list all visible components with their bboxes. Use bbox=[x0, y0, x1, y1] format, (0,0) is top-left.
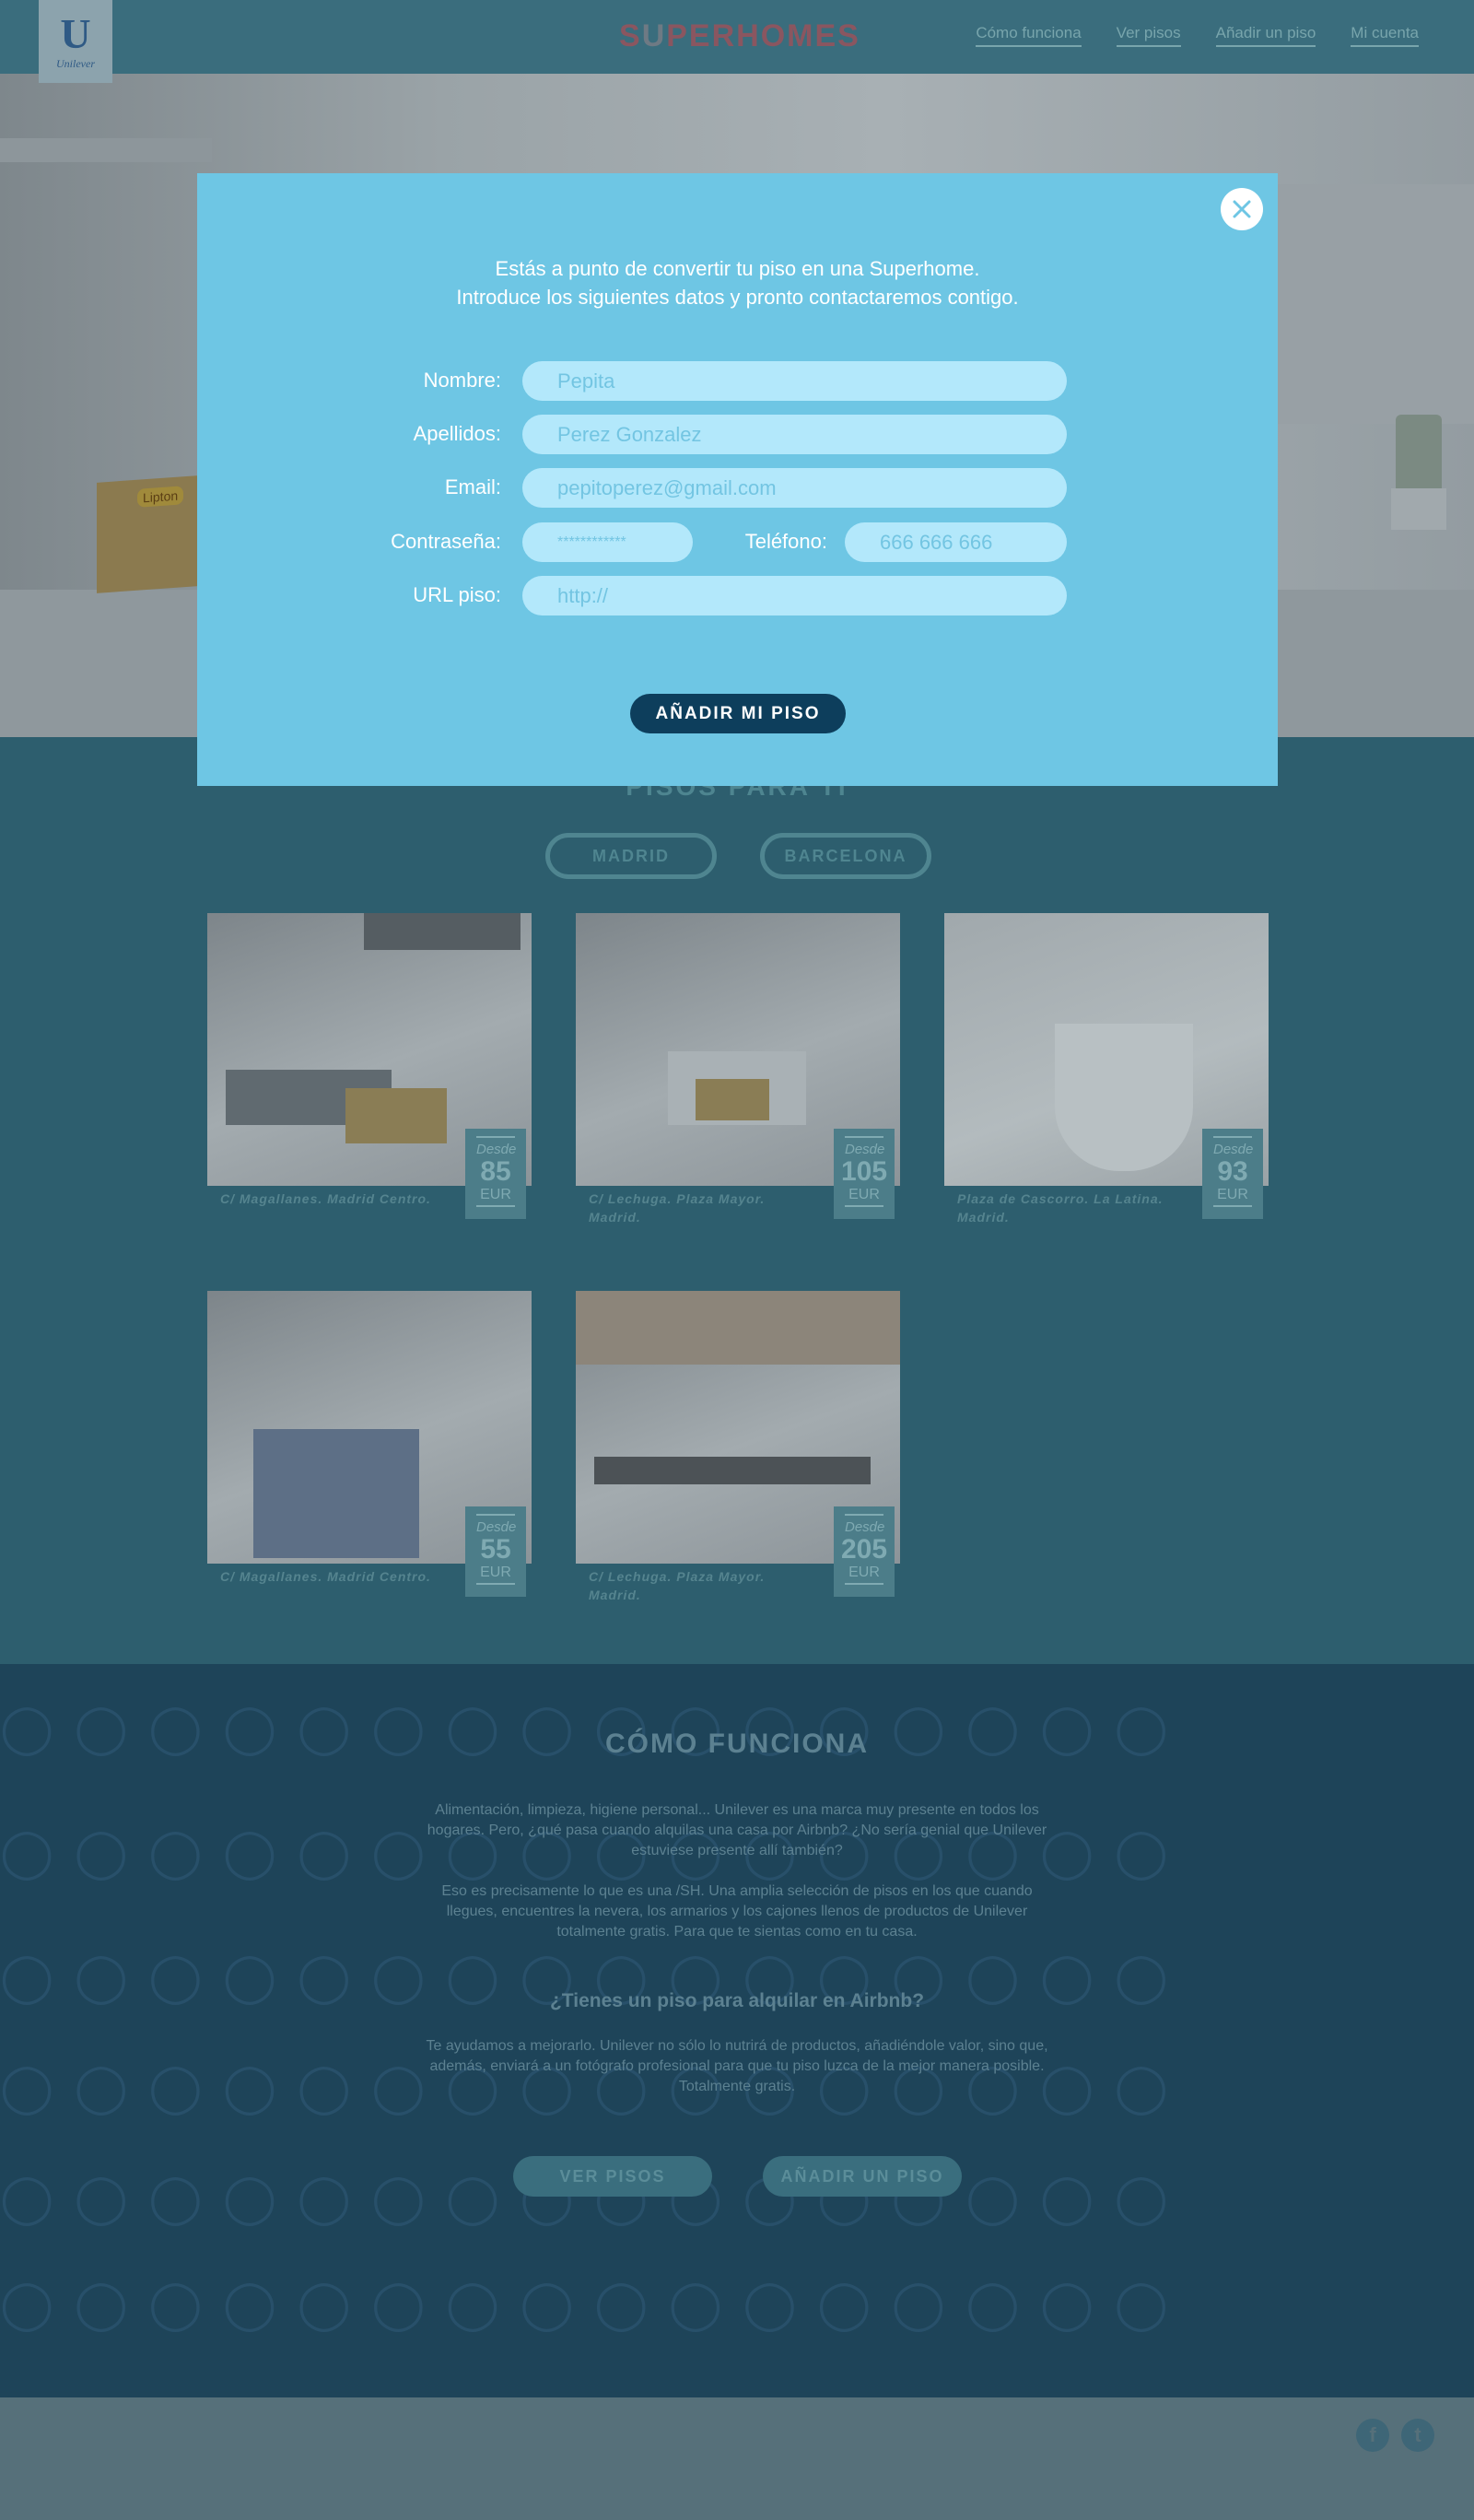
piso-card[interactable]: C/ Lechuga. Plaza Mayor. Madrid. Desde 1… bbox=[576, 913, 900, 1232]
telefono-label: Teléfono: bbox=[744, 530, 827, 553]
hero-pot bbox=[1391, 488, 1446, 530]
apellidos-field[interactable] bbox=[522, 415, 1067, 454]
como-subtitle: ¿Tienes un piso para alquilar en Airbnb? bbox=[549, 1990, 925, 2011]
piso-card[interactable]: C/ Magallanes. Madrid Centro. Desde 85 E… bbox=[207, 913, 532, 1232]
nav-mi-cuenta[interactable]: Mi cuenta bbox=[1351, 24, 1419, 47]
url-label: URL piso: bbox=[413, 583, 501, 606]
piso-price-badge: Desde 205 EUR bbox=[834, 1506, 895, 1597]
apellidos-label: Apellidos: bbox=[413, 422, 501, 445]
piso-address: C/ Lechuga. Plaza Mayor. Madrid. bbox=[589, 1569, 766, 1602]
como-funciona-section: ◯ ◯ ◯ ◯ ◯ ◯ ◯ ◯ ◯ ◯ ◯ ◯ ◯ ◯ ◯ ◯ ◯ ◯ ◯ ◯ … bbox=[0, 1664, 1474, 2397]
piso-card[interactable]: C/ Lechuga. Plaza Mayor. Madrid. Desde 2… bbox=[576, 1291, 900, 1610]
url-field[interactable] bbox=[522, 576, 1067, 615]
nombre-field[interactable] bbox=[522, 361, 1067, 401]
brand-logo[interactable]: SUPERHOMES bbox=[619, 18, 860, 54]
brand-watermark: ◯ ◯ ◯ ◯ ◯ ◯ ◯ ◯ ◯ ◯ ◯ ◯ ◯ ◯ ◯ ◯ bbox=[0, 2278, 1172, 2331]
email-label: Email: bbox=[444, 475, 501, 498]
hero-tea-box: Lipton bbox=[97, 475, 198, 593]
como-paragraph-2: Eso es precisamente lo que es una /SH. U… bbox=[441, 1883, 1033, 1940]
site-header: SUPERHOMES Cómo funciona Ver pisos Añadi… bbox=[0, 0, 1474, 74]
telefono-field[interactable] bbox=[845, 522, 1067, 562]
hero-cabinet bbox=[1244, 184, 1474, 424]
como-paragraph-3: Te ayudamos a mejorarlo. Unilever no sól… bbox=[426, 2038, 1048, 2094]
facebook-icon[interactable]: f bbox=[1356, 2419, 1389, 2452]
unilever-logo[interactable]: U Unilever bbox=[39, 0, 112, 83]
piso-price-badge: Desde 93 EUR bbox=[1202, 1129, 1263, 1219]
main-nav: Cómo funciona Ver pisos Añadir un piso M… bbox=[976, 24, 1419, 47]
email-field[interactable] bbox=[522, 468, 1067, 508]
hero-shelf bbox=[0, 138, 212, 162]
add-piso-modal: Estás a punto de convertir tu piso en un… bbox=[197, 173, 1278, 786]
twitter-icon[interactable]: t bbox=[1401, 2419, 1434, 2452]
nav-ver-pisos[interactable]: Ver pisos bbox=[1116, 24, 1181, 47]
hero-plant bbox=[1396, 415, 1442, 488]
password-field[interactable] bbox=[522, 522, 693, 562]
nombre-label: Nombre: bbox=[423, 369, 501, 392]
como-funciona-title: CÓMO FUNCIONA bbox=[605, 1729, 869, 1759]
piso-price-badge: Desde 85 EUR bbox=[465, 1129, 526, 1219]
piso-address: C/ Magallanes. Madrid Centro. bbox=[220, 1191, 431, 1206]
anadir-mi-piso-button[interactable]: AÑADIR MI PISO bbox=[630, 694, 846, 733]
close-icon[interactable] bbox=[1221, 188, 1263, 230]
piso-card[interactable]: Plaza de Cascorro. La Latina. Madrid. De… bbox=[944, 913, 1269, 1232]
city-barcelona-button[interactable]: BARCELONA bbox=[760, 833, 931, 879]
brand-watermark: ◯ ◯ ◯ ◯ ◯ ◯ ◯ ◯ ◯ ◯ ◯ ◯ ◯ ◯ ◯ ◯ bbox=[0, 2172, 1172, 2225]
anadir-un-piso-button[interactable]: AÑADIR UN PISO bbox=[763, 2156, 962, 2197]
piso-price-badge: Desde 105 EUR bbox=[834, 1129, 895, 1219]
piso-address: Plaza de Cascorro. La Latina. Madrid. bbox=[957, 1191, 1164, 1225]
site-footer bbox=[0, 2397, 1474, 2520]
como-paragraph-1: Alimentación, limpieza, higiene personal… bbox=[427, 1802, 1047, 1858]
password-label: Contraseña: bbox=[391, 530, 501, 553]
piso-address: C/ Magallanes. Madrid Centro. bbox=[220, 1569, 431, 1584]
ver-pisos-button[interactable]: VER PISOS bbox=[513, 2156, 712, 2197]
nav-anadir-piso[interactable]: Añadir un piso bbox=[1215, 24, 1316, 47]
modal-intro: Estás a punto de convertir tu piso en un… bbox=[456, 257, 1019, 309]
piso-address: C/ Lechuga. Plaza Mayor. Madrid. bbox=[589, 1191, 766, 1225]
piso-price-badge: Desde 55 EUR bbox=[465, 1506, 526, 1597]
city-madrid-button[interactable]: MADRID bbox=[545, 833, 717, 879]
nav-como-funciona[interactable]: Cómo funciona bbox=[976, 24, 1082, 47]
piso-card[interactable]: C/ Magallanes. Madrid Centro. Desde 55 E… bbox=[207, 1291, 532, 1610]
